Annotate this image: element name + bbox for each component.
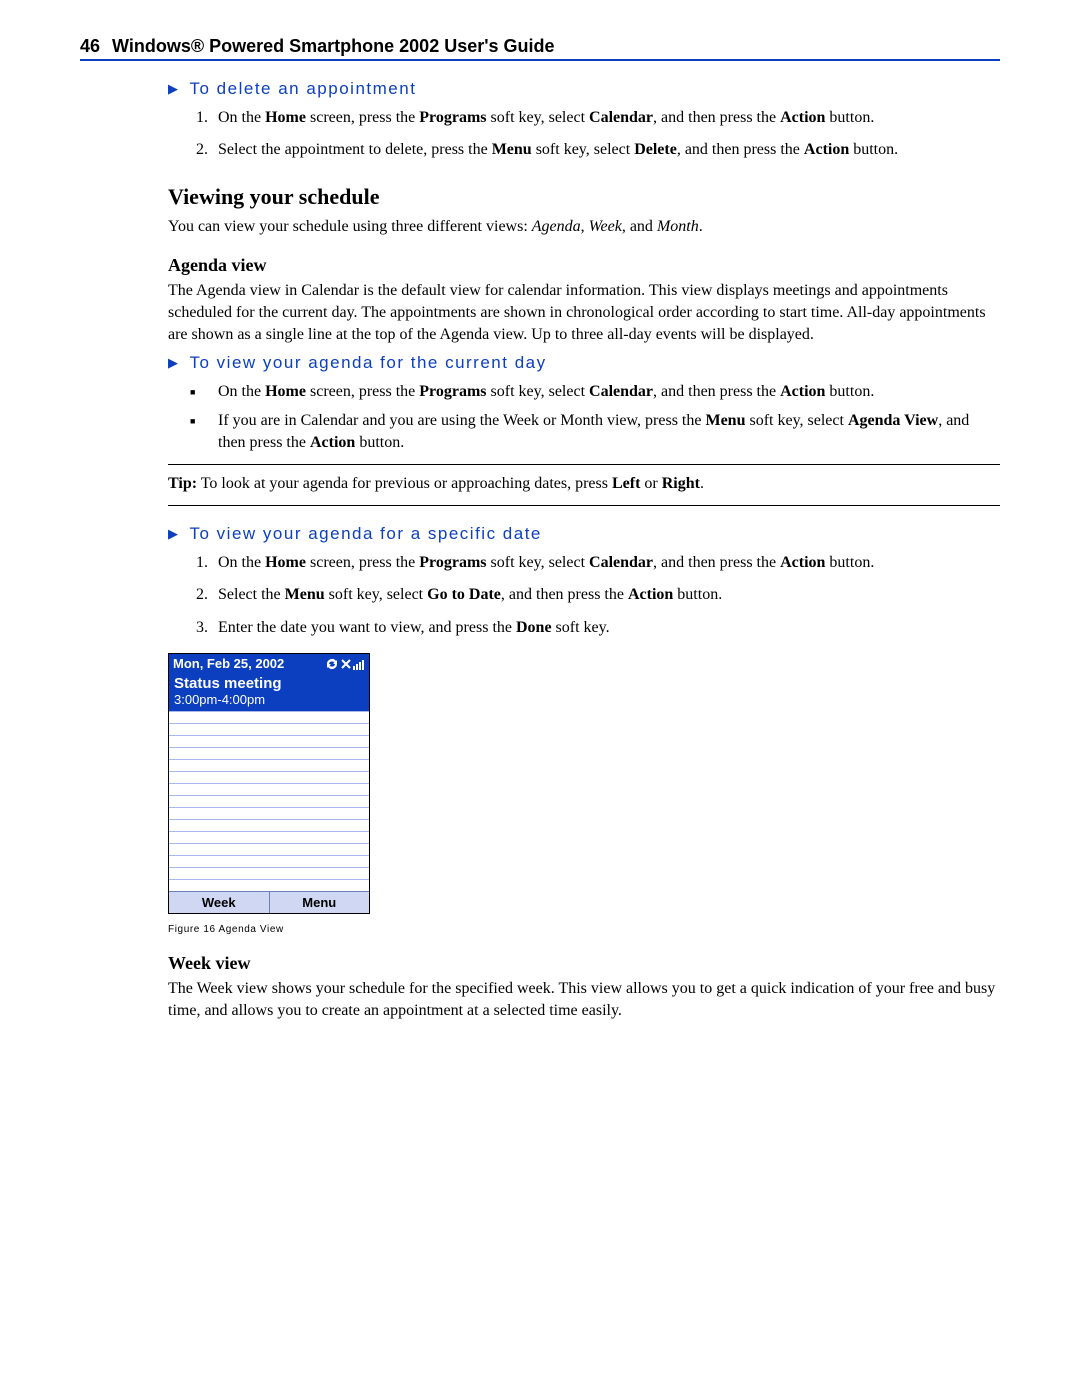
subheading-week-view: Week view — [168, 953, 1000, 974]
triangle-icon: ▶ — [168, 526, 180, 542]
figure-caption: Figure 16 Agenda View — [168, 924, 1000, 935]
phone-status-icons — [325, 658, 365, 670]
current-day-bullets: On the Home screen, press the Programs s… — [168, 381, 1000, 454]
phone-date: Mon, Feb 25, 2002 — [173, 656, 284, 671]
appointment-time: 3:00pm-4:00pm — [174, 692, 364, 707]
softkey-right: Menu — [269, 892, 370, 913]
step-item: On the Home screen, press the Programs s… — [212, 107, 1000, 129]
step-item: On the Home screen, press the Programs s… — [212, 552, 1000, 574]
week-view-description: The Week view shows your schedule for th… — [168, 978, 1000, 1021]
page-number: 46 — [80, 36, 100, 57]
agenda-view-description: The Agenda view in Calendar is the defau… — [168, 280, 1000, 345]
header-title: Windows® Powered Smartphone 2002 User's … — [112, 36, 555, 57]
section-heading-viewing-schedule: Viewing your schedule — [168, 184, 1000, 210]
header-rule — [80, 59, 1000, 61]
appointment-title: Status meeting — [174, 675, 364, 692]
bullet-item: On the Home screen, press the Programs s… — [212, 381, 1000, 403]
sync-icon — [325, 658, 339, 670]
viewing-intro: You can view your schedule using three d… — [168, 216, 1000, 238]
task-heading-text: To delete an appointment — [190, 79, 417, 99]
triangle-icon: ▶ — [168, 355, 180, 371]
task-heading-text: To view your agenda for a specific date — [190, 524, 542, 544]
phone-softkey-bar: Week Menu — [169, 891, 369, 913]
tip-line: Tip: To look at your agenda for previous… — [168, 473, 1000, 495]
signal-icon — [353, 658, 365, 670]
close-icon — [341, 659, 351, 669]
task-heading-current-day: ▶ To view your agenda for the current da… — [168, 353, 1000, 373]
phone-selected-appointment: Status meeting 3:00pm-4:00pm — [169, 673, 369, 711]
divider — [168, 505, 1000, 506]
phone-agenda-area — [169, 711, 369, 891]
softkey-left: Week — [169, 892, 269, 913]
divider — [168, 464, 1000, 465]
page-header: 46 Windows® Powered Smartphone 2002 User… — [80, 36, 1000, 57]
step-item: Enter the date you want to view, and pre… — [212, 617, 1000, 639]
bullet-item: If you are in Calendar and you are using… — [212, 410, 1000, 455]
specific-date-steps: On the Home screen, press the Programs s… — [168, 552, 1000, 639]
figure-agenda-view: Mon, Feb 25, 2002 Status meeting 3:00pm-… — [168, 653, 1000, 935]
phone-titlebar: Mon, Feb 25, 2002 — [169, 654, 369, 673]
task-heading-delete-appointment: ▶ To delete an appointment — [168, 79, 1000, 99]
delete-appointment-steps: On the Home screen, press the Programs s… — [168, 107, 1000, 162]
subheading-agenda-view: Agenda view — [168, 255, 1000, 276]
step-item: Select the appointment to delete, press … — [212, 139, 1000, 161]
task-heading-text: To view your agenda for the current day — [190, 353, 547, 373]
page-content: ▶ To delete an appointment On the Home s… — [80, 79, 1000, 1021]
phone-screenshot: Mon, Feb 25, 2002 Status meeting 3:00pm-… — [168, 653, 370, 914]
task-heading-specific-date: ▶ To view your agenda for a specific dat… — [168, 524, 1000, 544]
triangle-icon: ▶ — [168, 81, 180, 97]
agenda-lines — [169, 711, 369, 891]
document-page: 46 Windows® Powered Smartphone 2002 User… — [0, 0, 1080, 1069]
step-item: Select the Menu soft key, select Go to D… — [212, 584, 1000, 606]
